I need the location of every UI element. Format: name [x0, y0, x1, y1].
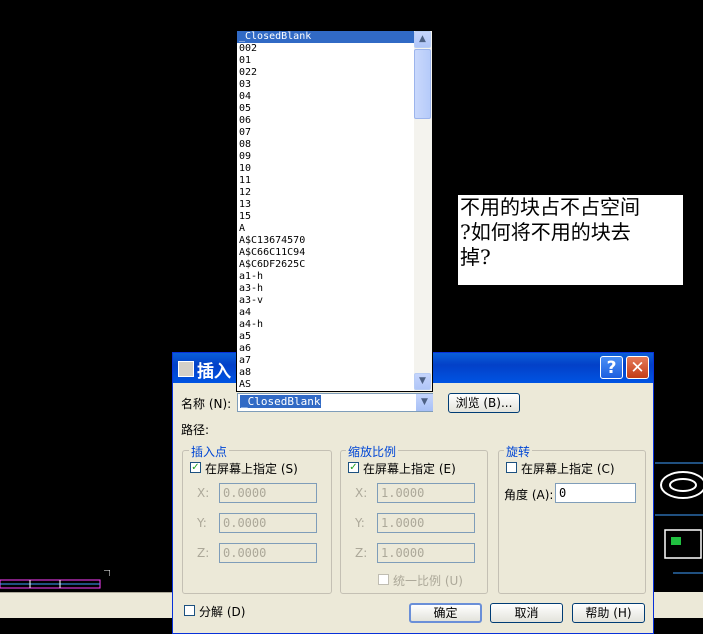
scale-title: 缩放比例: [346, 443, 399, 460]
insertion-y-label: Y:: [197, 516, 207, 530]
dropdown-item[interactable]: a1-h: [237, 271, 432, 283]
name-label: 名称 (N):: [181, 397, 232, 411]
name-combobox-value: _ClosedBlank: [240, 395, 322, 408]
rotation-specify-checkbox[interactable]: [506, 462, 517, 473]
ok-button[interactable]: 确定: [409, 603, 482, 623]
help-button[interactable]: 帮助 (H): [572, 603, 645, 623]
dropdown-item[interactable]: a4: [237, 307, 432, 319]
scale-specify-label: 在屏幕上指定 (E): [363, 462, 456, 476]
dropdown-item[interactable]: a6: [237, 343, 432, 355]
dropdown-item[interactable]: 10: [237, 163, 432, 175]
scroll-up-icon[interactable]: ▲: [414, 31, 431, 48]
browse-button[interactable]: 浏览 (B)...: [448, 393, 520, 413]
chevron-down-icon[interactable]: ▼: [415, 394, 433, 411]
insertion-z-field[interactable]: 0.0000: [219, 543, 317, 563]
scale-y-label: Y:: [355, 516, 365, 530]
cad-drawing-fragment: [0, 570, 110, 589]
dropdown-item[interactable]: 13: [237, 199, 432, 211]
insertion-specify-checkbox[interactable]: ✓: [190, 462, 201, 473]
annotation-note: 不用的块占不占空间 ?如何将不用的块去 掉?: [458, 195, 683, 285]
note-line-2: ?如何将不用的块去: [460, 220, 631, 244]
dropdown-item[interactable]: a8: [237, 367, 432, 379]
rotation-title: 旋转: [504, 443, 533, 460]
dropdown-item[interactable]: _ClosedBlank: [237, 31, 414, 43]
cancel-button[interactable]: 取消: [490, 603, 563, 623]
cad-drawing-fragment-right: [655, 462, 703, 574]
dialog-title: 插入: [197, 362, 231, 382]
dropdown-item[interactable]: 07: [237, 127, 432, 139]
insertion-x-field[interactable]: 0.0000: [219, 483, 317, 503]
dropdown-scrollbar[interactable]: ▲ ▼: [414, 31, 432, 391]
scale-z-label: Z:: [355, 546, 368, 560]
explode-checkbox[interactable]: [184, 605, 195, 616]
dropdown-item[interactable]: 05: [237, 103, 432, 115]
dropdown-item[interactable]: 12: [237, 187, 432, 199]
explode-label: 分解 (D): [199, 605, 246, 619]
rotation-specify-label: 在屏幕上指定 (C): [521, 462, 615, 476]
scale-z-field[interactable]: 1.0000: [377, 543, 475, 563]
dropdown-item[interactable]: a5: [237, 331, 432, 343]
dropdown-item[interactable]: 06: [237, 115, 432, 127]
note-line-3: 掉?: [460, 245, 491, 269]
angle-label: 角度 (A):: [504, 488, 554, 502]
name-combobox[interactable]: _ClosedBlank ▼: [237, 393, 433, 412]
dropdown-item[interactable]: a3-h: [237, 283, 432, 295]
cad-status-strip-right: [652, 592, 703, 618]
dropdown-item[interactable]: 01: [237, 55, 432, 67]
dropdown-item[interactable]: a7: [237, 355, 432, 367]
scale-specify-checkbox[interactable]: ✓: [348, 462, 359, 473]
dropdown-item[interactable]: A$C13674570: [237, 235, 432, 247]
path-label: 路径:: [181, 423, 210, 437]
scale-y-field[interactable]: 1.0000: [377, 513, 475, 533]
dropdown-item[interactable]: AS: [237, 379, 432, 391]
dropdown-item[interactable]: 11: [237, 175, 432, 187]
scale-x-label: X:: [355, 486, 368, 500]
name-dropdown-list[interactable]: _ClosedBlank 002 01 022 03 04 05 06 07 08 09 10 11 12…: [236, 30, 433, 392]
angle-field[interactable]: 0: [555, 483, 636, 503]
dropdown-item[interactable]: 09: [237, 151, 432, 163]
close-icon[interactable]: ✕: [626, 356, 649, 379]
uniform-scale-label: 统一比例 (U): [393, 574, 463, 588]
dropdown-item[interactable]: a4-h: [237, 319, 432, 331]
scroll-down-icon[interactable]: ▼: [414, 373, 431, 390]
app-icon: [178, 361, 194, 377]
insertion-point-title: 插入点: [189, 443, 230, 460]
dropdown-item[interactable]: 15: [237, 211, 432, 223]
note-line-1: 不用的块占不占空间: [460, 195, 640, 219]
insertion-specify-label: 在屏幕上指定 (S): [205, 462, 298, 476]
insertion-x-label: X:: [197, 486, 210, 500]
insert-dialog: 插入 ? ✕ 名称 (N): _ClosedBlank ▼ 浏览 (B)... …: [172, 352, 654, 634]
dropdown-item[interactable]: 002: [237, 43, 432, 55]
dropdown-item[interactable]: A$C66C11C94: [237, 247, 432, 259]
insertion-z-label: Z:: [197, 546, 210, 560]
dropdown-item[interactable]: 022: [237, 67, 432, 79]
help-icon[interactable]: ?: [600, 356, 623, 379]
dropdown-item[interactable]: 03: [237, 79, 432, 91]
uniform-scale-checkbox[interactable]: [378, 574, 389, 585]
dropdown-item[interactable]: 04: [237, 91, 432, 103]
scrollbar-thumb[interactable]: [414, 49, 431, 119]
dropdown-item[interactable]: a3-v: [237, 295, 432, 307]
insertion-y-field[interactable]: 0.0000: [219, 513, 317, 533]
cad-status-strip: [0, 592, 175, 619]
scale-x-field[interactable]: 1.0000: [377, 483, 475, 503]
dropdown-item[interactable]: A$C6DF2625C: [237, 259, 432, 271]
dropdown-item[interactable]: A: [237, 223, 432, 235]
dropdown-items: _ClosedBlank 002 01 022 03 04 05 06 07 08 09 10 11 12…: [237, 31, 432, 391]
dropdown-item[interactable]: 08: [237, 139, 432, 151]
